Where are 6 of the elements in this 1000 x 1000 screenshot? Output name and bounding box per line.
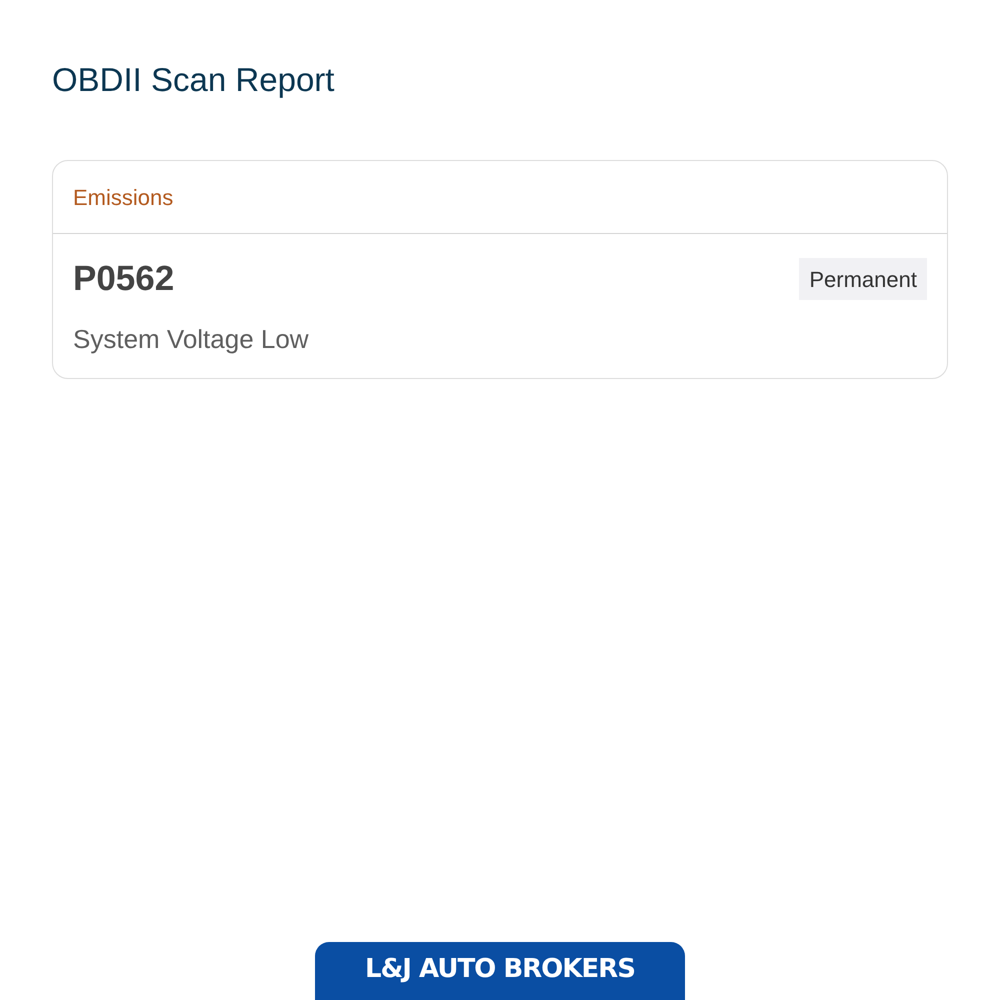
brand-logo-text: L&J AUTO BROKERS (365, 952, 635, 986)
page-title: OBDII Scan Report (52, 60, 334, 100)
trouble-code: P0562 (73, 258, 174, 300)
category-heading: Emissions (73, 184, 174, 212)
status-badge: Permanent (799, 258, 927, 300)
code-description: System Voltage Low (73, 323, 309, 356)
